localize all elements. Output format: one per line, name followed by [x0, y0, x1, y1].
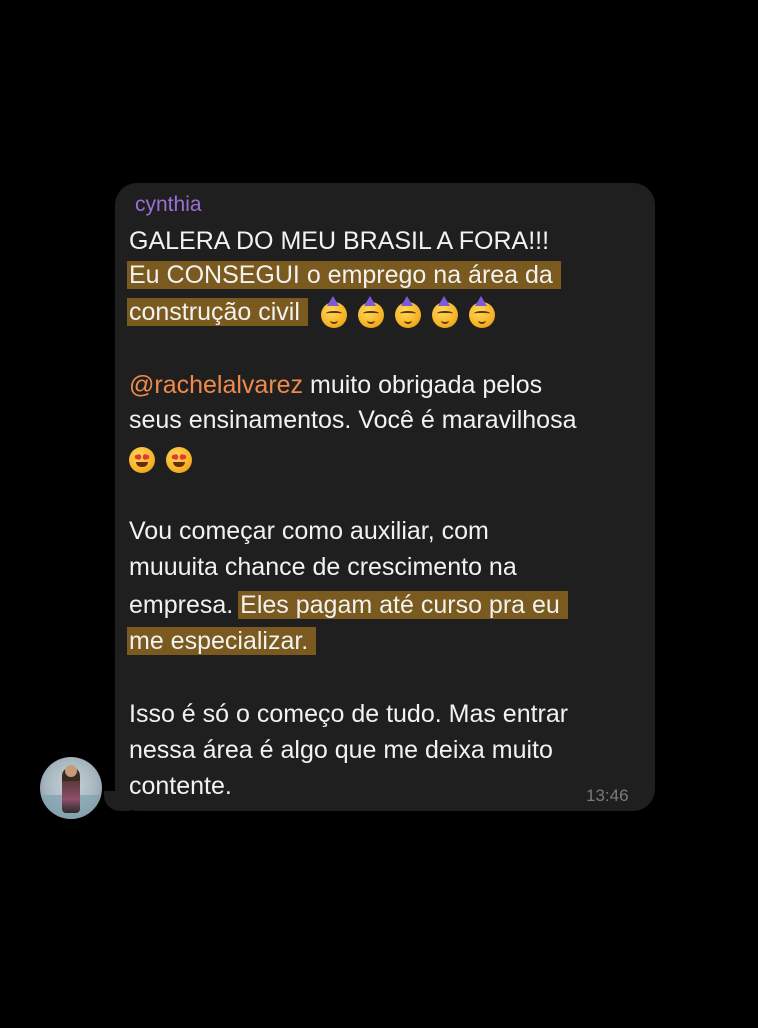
message-timestamp: 13:46: [586, 786, 629, 805]
star-struck-face-icon: [165, 446, 192, 473]
message-text: empresa.: [129, 591, 241, 619]
partying-face-icon: [394, 295, 421, 328]
message-line: seus ensinamentos. Você é maravilhosa: [129, 403, 576, 437]
message-text: GALERA DO MEU BRASIL A FORA!!!: [129, 227, 550, 255]
partying-face-icon: [357, 295, 384, 328]
message-line: contente.: [129, 769, 232, 803]
message-line: me especializar.: [127, 624, 317, 658]
highlighted-text: Eles pagam até curso pra eu: [238, 591, 568, 619]
message-text: muito obrigada pelos: [303, 371, 543, 399]
message-line: GALERA DO MEU BRASIL A FORA!!!: [129, 224, 549, 258]
partying-face-icon: [320, 295, 347, 328]
message-line: Vou começar como auxiliar, com: [129, 514, 489, 548]
user-mention[interactable]: @rachelalvarez: [129, 371, 303, 399]
message-text: Isso é só o começo de tudo. Mas entrar: [129, 700, 569, 728]
message-line: [129, 440, 196, 475]
message-line: Isso é só o começo de tudo. Mas entrar: [129, 697, 568, 731]
sender-name[interactable]: cynthia: [135, 192, 202, 218]
partying-face-icon: [468, 295, 495, 328]
avatar[interactable]: [40, 757, 102, 819]
message-bubble-tail: [104, 791, 130, 811]
message-line: empresa. Eles pagam até curso pra eu: [129, 588, 568, 622]
message-line: nessa área é algo que me deixa muito: [129, 733, 553, 767]
message-line: @rachelalvarez muito obrigada pelos: [129, 368, 542, 402]
message-text: muuuita chance de crescimento na: [129, 553, 517, 581]
highlighted-text: me especializar.: [127, 627, 317, 655]
message-text: Vou começar como auxiliar, com: [129, 517, 489, 545]
partying-face-icon: [431, 295, 458, 328]
message-text: nessa área é algo que me deixa muito: [129, 736, 553, 764]
star-struck-face-icon: [129, 446, 155, 473]
message-text: seus ensinamentos. Você é maravilhosa: [129, 406, 577, 434]
highlighted-text: Eu CONSEGUI o emprego na área da: [127, 261, 561, 289]
message-line: construção civil: [127, 295, 499, 330]
message-text: contente.: [129, 772, 232, 800]
emoji-group: [320, 295, 499, 330]
message-line: Eu CONSEGUI o emprego na área da: [127, 258, 561, 292]
avatar-head: [65, 765, 77, 777]
emoji-group: [129, 441, 196, 475]
highlighted-text: construção civil: [127, 298, 308, 326]
message-line: muuuita chance de crescimento na: [129, 550, 517, 584]
